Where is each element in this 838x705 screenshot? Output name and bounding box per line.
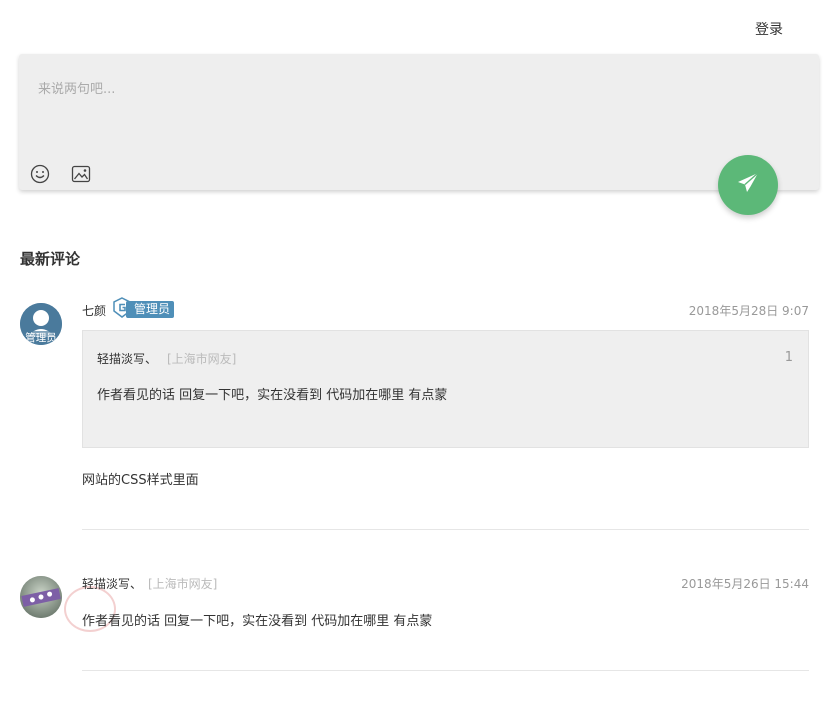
comment-time: 2018年5月26日 15:44 (681, 577, 809, 591)
send-button[interactable] (718, 155, 778, 215)
comment-time: 2018年5月28日 9:07 (688, 304, 809, 318)
login-link[interactable]: 登录 (755, 19, 783, 39)
image-icon[interactable] (71, 164, 91, 184)
quoted-author[interactable]: 轻描淡写、 (97, 350, 157, 367)
comment-body: 网站的CSS样式里面 (82, 473, 199, 488)
smile-icon[interactable] (30, 164, 50, 184)
comment-divider (82, 529, 809, 530)
latest-comments-title: 最新评论 (20, 250, 81, 268)
paper-plane-icon (735, 170, 761, 200)
comment-divider (82, 670, 809, 671)
quoted-comment: 轻描淡写、 [上海市网友] 1 作者看见的话 回复一下吧，实在没看到 代码加在哪… (82, 330, 809, 448)
avatar-label: 管理员 (25, 331, 57, 344)
quoted-location: [上海市网友] (167, 352, 237, 366)
admin-badge: 管理员 (112, 297, 175, 320)
quoted-text: 作者看见的话 回复一下吧，实在没看到 代码加在哪里 有点蒙 (97, 388, 448, 403)
comment-location: [上海市网友] (148, 577, 218, 591)
comment-author[interactable]: 七颜 (82, 302, 106, 319)
comment-input[interactable] (19, 54, 819, 154)
comment-body: 作者看见的话 回复一下吧，实在没看到 代码加在哪里 有点蒙 (82, 614, 433, 629)
comment-composer (19, 54, 819, 190)
avatar[interactable] (20, 576, 62, 618)
avatar[interactable]: 管理员 (20, 303, 62, 345)
admin-badge-label: 管理员 (126, 301, 175, 318)
comment-author[interactable]: 轻描淡写、 (82, 575, 142, 592)
quoted-floor-number: 1 (784, 350, 793, 365)
